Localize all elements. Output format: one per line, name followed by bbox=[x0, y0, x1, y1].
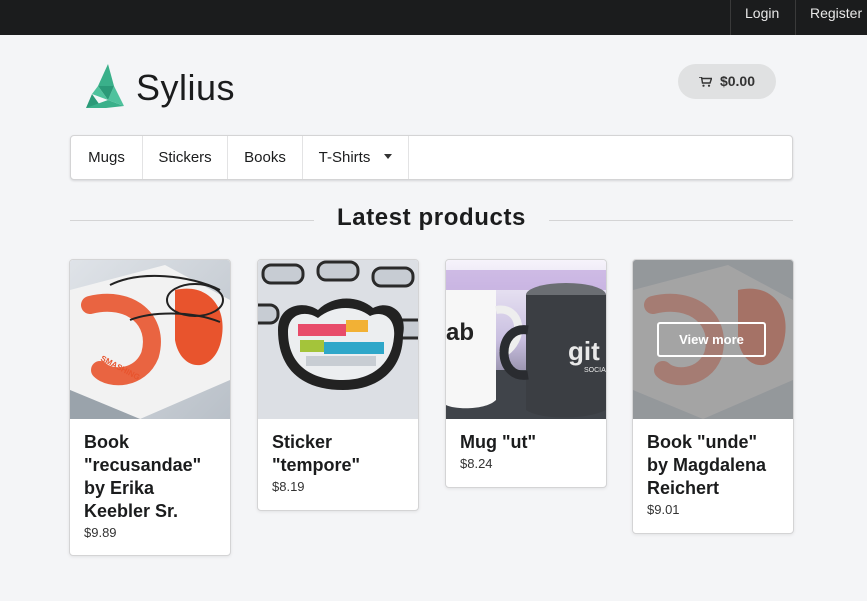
product-price: $9.89 bbox=[84, 525, 117, 540]
divider bbox=[549, 220, 793, 221]
menu-item-books[interactable]: Books bbox=[228, 136, 303, 179]
menu-item-label: T-Shirts bbox=[318, 149, 371, 166]
product-image[interactable]: View more bbox=[633, 260, 793, 419]
product-price: $8.19 bbox=[272, 479, 305, 494]
product-card[interactable]: ab git SOCIA Mug "ut" $8.24 bbox=[445, 259, 607, 488]
cart-total: $0.00 bbox=[719, 73, 756, 89]
product-price: $9.01 bbox=[647, 502, 680, 517]
product-card[interactable]: Sticker "tempore" $8.19 bbox=[257, 259, 419, 511]
menu-item-mugs[interactable]: Mugs bbox=[71, 136, 143, 179]
product-image[interactable] bbox=[258, 260, 418, 419]
product-card[interactable]: SMASHING Book "recusandae" by Erika Keeb… bbox=[69, 259, 231, 556]
product-card[interactable]: View more Book "unde" by Magdalena Reich… bbox=[632, 259, 794, 534]
login-link[interactable]: Login bbox=[730, 0, 795, 35]
brand-name: Sylius bbox=[136, 67, 236, 108]
view-more-button[interactable]: View more bbox=[657, 322, 766, 357]
svg-text:SOCIA: SOCIA bbox=[584, 367, 606, 374]
svg-text:ab: ab bbox=[446, 319, 474, 346]
dropdown-caret-icon bbox=[384, 154, 393, 159]
product-name[interactable]: Book "recusandae" by Erika Keebler Sr. bbox=[84, 431, 216, 523]
top-bar: Login Register bbox=[0, 0, 867, 35]
register-link[interactable]: Register bbox=[795, 0, 867, 35]
product-image[interactable]: ab git SOCIA bbox=[446, 260, 606, 419]
sylius-logo[interactable]: Sylius bbox=[84, 62, 254, 108]
cart-button[interactable]: $0.00 bbox=[678, 64, 776, 99]
cart-icon bbox=[698, 77, 712, 87]
svg-text:git: git bbox=[568, 336, 600, 366]
product-name[interactable]: Mug "ut" bbox=[460, 431, 592, 454]
product-name[interactable]: Book "unde" by Magdalena Reichert bbox=[647, 431, 779, 500]
menu-item-tshirts[interactable]: T-Shirts bbox=[303, 136, 409, 179]
divider bbox=[70, 220, 314, 221]
section-title: Latest products bbox=[336, 204, 527, 231]
category-menu: Mugs Stickers Books T-Shirts bbox=[70, 135, 793, 180]
product-image[interactable]: SMASHING bbox=[70, 260, 230, 419]
logo-icon bbox=[86, 64, 124, 108]
product-price: $8.24 bbox=[460, 456, 493, 471]
menu-item-stickers[interactable]: Stickers bbox=[143, 136, 228, 179]
product-name[interactable]: Sticker "tempore" bbox=[272, 431, 404, 477]
